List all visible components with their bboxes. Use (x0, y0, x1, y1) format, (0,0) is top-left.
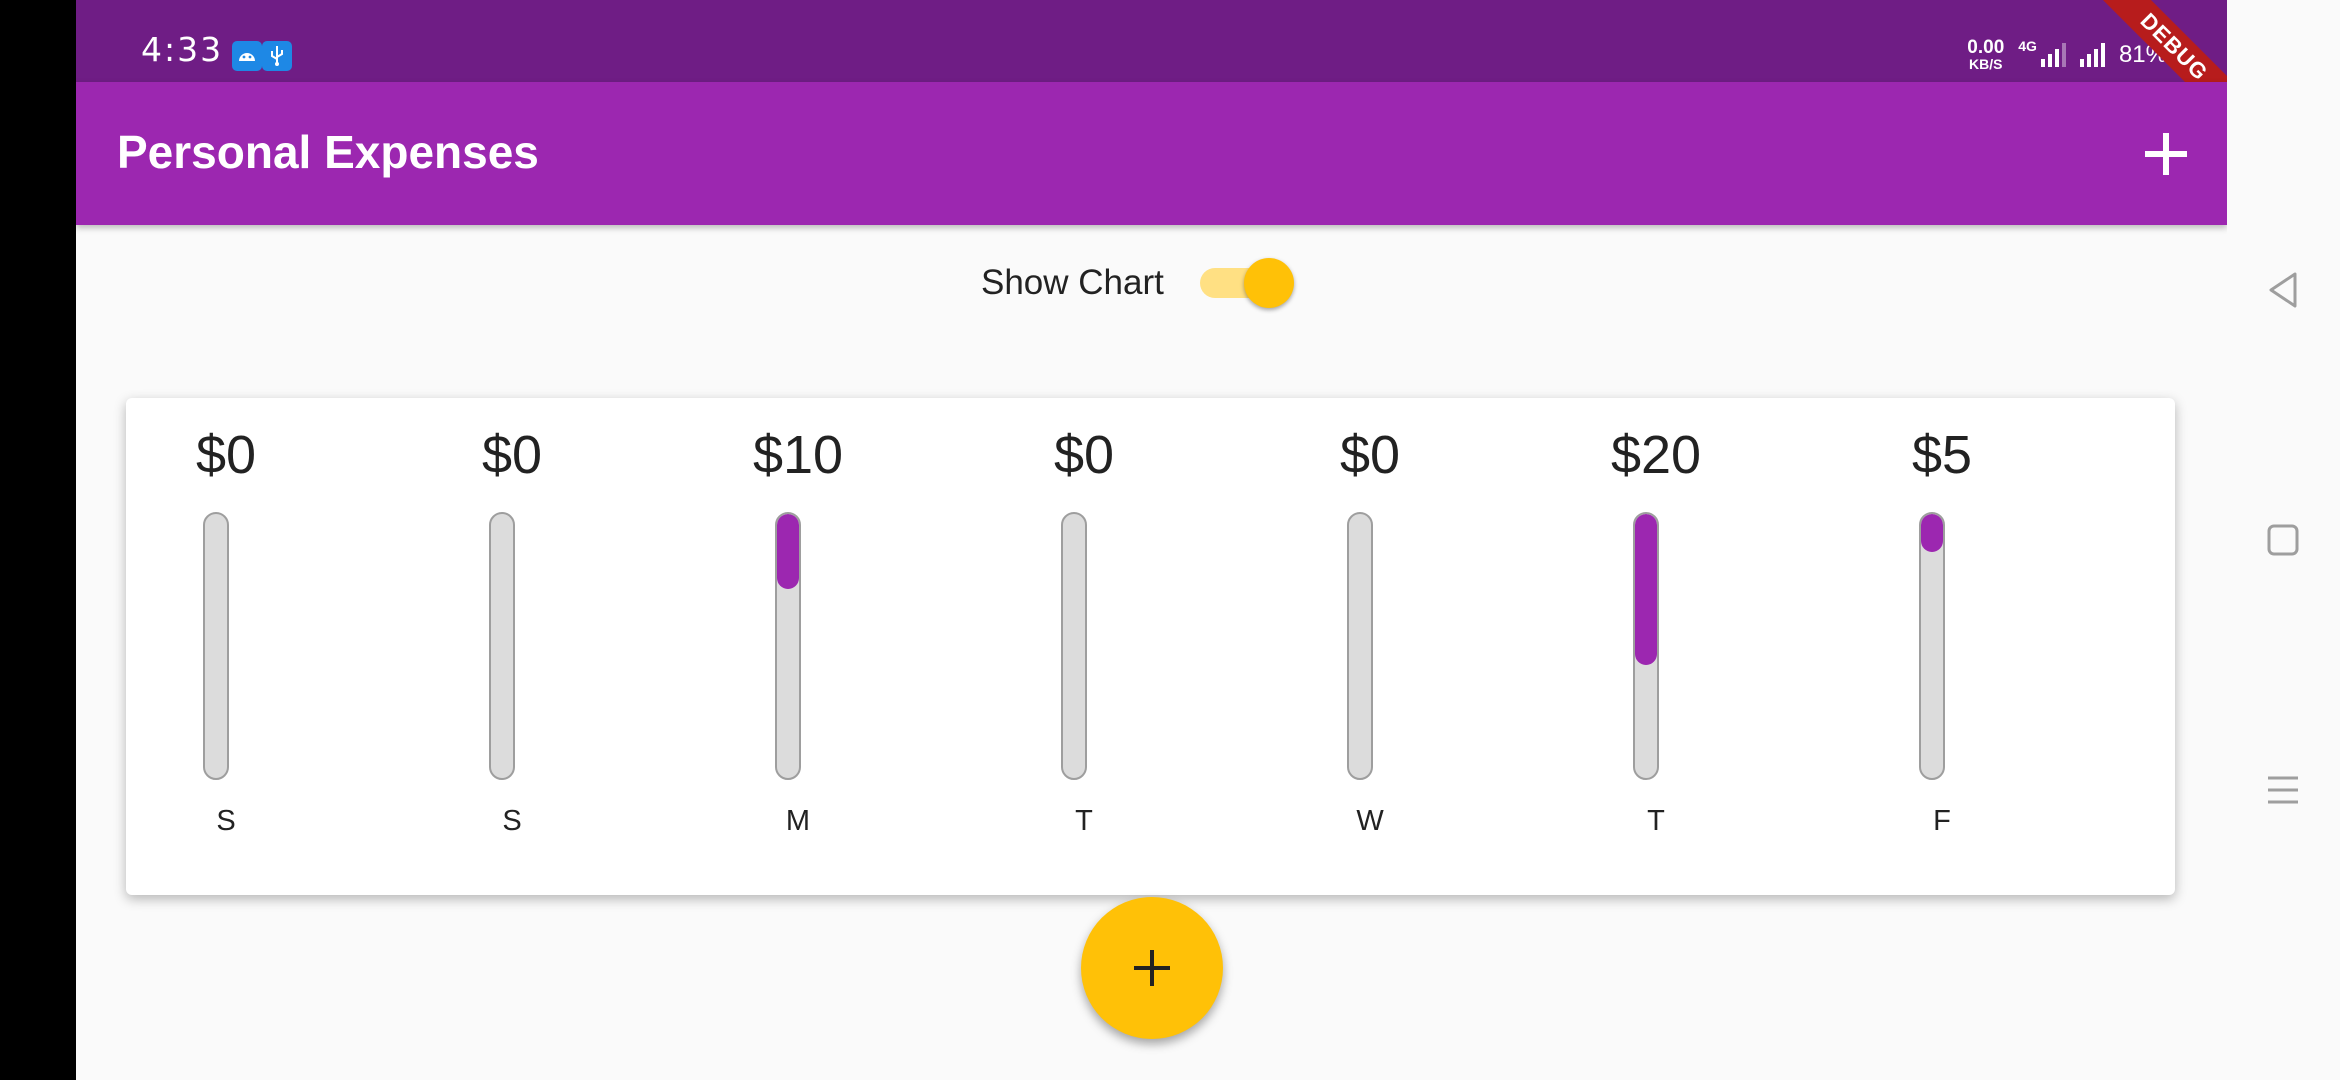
network-speed-unit: KB/S (1969, 56, 2003, 72)
day-amount: $0 (1053, 425, 1115, 485)
day-amount: $0 (481, 425, 543, 485)
add-transaction-button[interactable] (2137, 125, 2195, 183)
chart-day-column: $0 S (412, 398, 612, 895)
switch-thumb (1243, 258, 1294, 308)
spending-bar-track (1633, 512, 1659, 780)
day-letter: M (785, 805, 811, 837)
day-letter: T (1075, 805, 1093, 837)
day-letter: W (1356, 805, 1384, 837)
show-chart-row: Show Chart (981, 258, 1294, 308)
day-letter: T (1647, 805, 1665, 837)
day-amount: $20 (1610, 425, 1702, 485)
status-bar: 4:33 0.00 KB/S 4G 81% DEBUG (76, 0, 2227, 134)
day-letter: F (1933, 805, 1951, 837)
app-bar: Personal Expenses (76, 82, 2227, 225)
chart-day-column: $5 F (1842, 398, 2042, 895)
chart-day-column: $20 T (1556, 398, 1756, 895)
chart-day-column: $0 W (1270, 398, 1470, 895)
day-amount: $0 (1339, 425, 1401, 485)
home-square-icon (2267, 524, 2299, 556)
day-amount: $10 (752, 425, 844, 485)
chart-day-column: $0 S (126, 398, 326, 895)
day-amount: $5 (1911, 425, 1973, 485)
show-chart-label: Show Chart (981, 263, 1164, 302)
app-screen: 4:33 0.00 KB/S 4G 81% DEBUG Personal Exp… (76, 0, 2227, 1080)
add-transaction-fab[interactable] (1081, 897, 1223, 1039)
home-nav-button[interactable] (2265, 522, 2301, 563)
spending-bar-fill (1635, 514, 1657, 665)
back-triangle-icon (2269, 272, 2297, 308)
spending-bar-track (489, 512, 515, 780)
page-title: Personal Expenses (117, 126, 539, 178)
network-type: 4G (2018, 38, 2037, 54)
day-amount: $0 (195, 425, 257, 485)
menu-lines-icon (2268, 776, 2298, 804)
menu-nav-button[interactable] (2265, 772, 2301, 813)
signal-icon (2079, 42, 2105, 67)
status-indicators: 0.00 KB/S 4G 81% (1967, 38, 2167, 71)
chart-card: $0 S $0 S $10 M $0 T $0 W $20 T $5 F (126, 398, 2175, 895)
back-nav-button[interactable] (2265, 270, 2301, 315)
system-navigation-bar (2227, 0, 2340, 1080)
signal-icon (2040, 42, 2066, 67)
chart-day-column: $10 M (698, 398, 898, 895)
network-speed: 0.00 KB/S (1967, 38, 2004, 71)
network-speed-value: 0.00 (1967, 37, 2005, 58)
spending-bar-track (775, 512, 801, 780)
chart-day-column: $0 T (984, 398, 1184, 895)
show-chart-switch[interactable] (1199, 258, 1294, 308)
spending-bar-fill (777, 514, 799, 590)
android-notification-icon (232, 41, 262, 71)
spending-bar-track (1347, 512, 1373, 780)
spending-bar-track (1919, 512, 1945, 780)
spending-bar-track (203, 512, 229, 780)
usb-notification-icon (262, 41, 292, 71)
day-letter: S (216, 805, 236, 837)
spending-bar-track (1061, 512, 1087, 780)
screen-left-edge (0, 0, 76, 1080)
spending-bar-fill (1921, 514, 1943, 552)
day-letter: S (502, 805, 522, 837)
status-time: 4:33 (141, 30, 224, 69)
